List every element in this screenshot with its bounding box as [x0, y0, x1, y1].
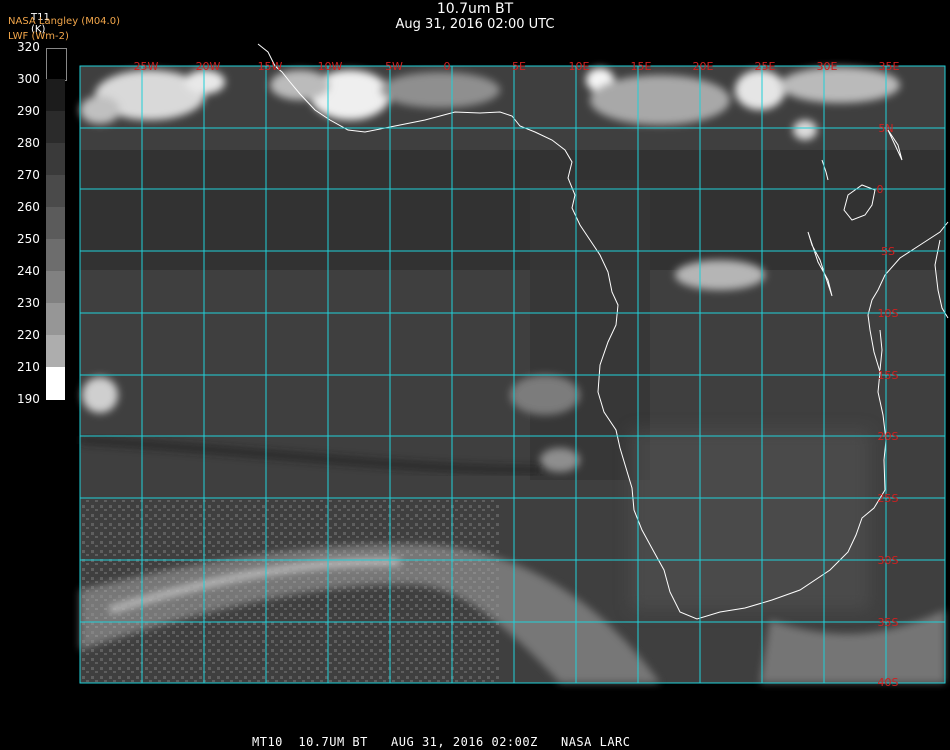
lat-label: 35S	[878, 616, 899, 629]
timestamp: Aug 31, 2016 02:00 UTC	[395, 17, 555, 32]
legend-label: 230	[17, 296, 40, 310]
legend-swatch	[46, 48, 67, 81]
legend-swatch	[46, 175, 65, 207]
lat-label: 0	[877, 183, 884, 196]
lat-label: 25S	[878, 492, 899, 505]
lon-label: 25E	[755, 60, 776, 73]
lat-label: 40S	[878, 676, 899, 689]
legend-label: 290	[17, 104, 40, 118]
footer-caption: MT10 10.7UM BT AUG 31, 2016 02:00Z NASA …	[252, 735, 631, 749]
legend-swatch	[46, 303, 65, 335]
legend-swatch	[46, 79, 65, 111]
lon-label: 10W	[318, 60, 343, 73]
lat-label: 20S	[878, 430, 899, 443]
legend-swatch	[46, 143, 65, 175]
legend-label: 320	[17, 40, 40, 54]
source-label: NASA Langley (M04.0)	[8, 16, 120, 27]
legend-swatch	[46, 239, 65, 271]
legend-label: 280	[17, 136, 40, 150]
lon-label: 5E	[512, 60, 526, 73]
legend-label: 300	[17, 72, 40, 86]
lon-label: 35E	[879, 60, 900, 73]
lat-label: 30S	[878, 554, 899, 567]
legend-label: 190	[17, 392, 40, 406]
legend-label: 210	[17, 360, 40, 374]
legend-swatch	[46, 207, 65, 239]
satellite-map: 25W 20W 15W 10W 5W 0 5E 10E 15E 20E 25E …	[79, 43, 949, 689]
legend-swatch	[46, 367, 65, 400]
color-legend: 320 300 290 280 270 260 250 240 230 220 …	[0, 40, 70, 410]
product-title: 10.7um BT	[436, 1, 514, 17]
legend-label: 220	[17, 328, 40, 342]
lon-label: 0	[444, 60, 451, 73]
legend-swatch	[46, 271, 65, 303]
lon-label: 5W	[385, 60, 403, 73]
lon-label: 20W	[196, 60, 221, 73]
legend-swatch	[46, 335, 65, 367]
lon-label: 20E	[693, 60, 714, 73]
lon-label: 30E	[817, 60, 838, 73]
lon-label: 15W	[258, 60, 283, 73]
lon-label: 25W	[134, 60, 159, 73]
legend-label: 270	[17, 168, 40, 182]
lat-label: 5N	[878, 122, 893, 135]
lon-label: 10E	[569, 60, 590, 73]
legend-label: 250	[17, 232, 40, 246]
lat-label: 5S	[881, 245, 895, 258]
legend-label: 240	[17, 264, 40, 278]
lat-label: 15S	[878, 369, 899, 382]
legend-label: 260	[17, 200, 40, 214]
lon-label: 15E	[631, 60, 652, 73]
lat-label: 10S	[878, 307, 899, 320]
legend-swatch	[46, 111, 65, 143]
